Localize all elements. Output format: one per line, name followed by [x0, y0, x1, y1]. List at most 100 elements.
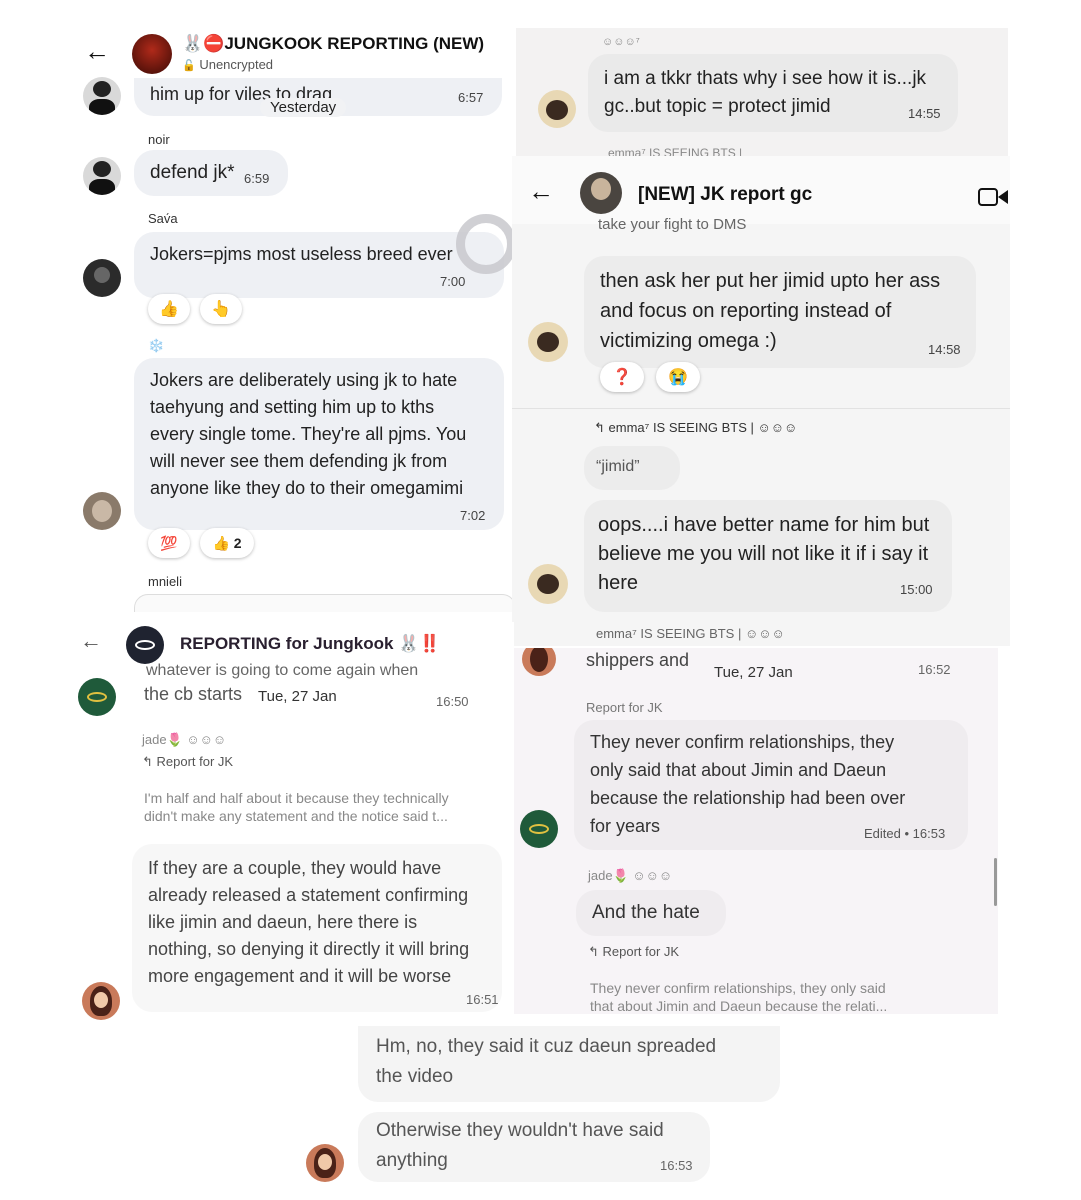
member-avatar[interactable]	[83, 492, 121, 530]
message-line: Otherwise they wouldn't have said	[376, 1120, 664, 1141]
reaction-hundred[interactable]: 💯	[148, 528, 190, 558]
message-time: 16:53	[660, 1158, 693, 1173]
message-time: 16:52	[918, 662, 951, 677]
chat-panel-daeun-video: Hm, no, they said it cuz daeun spreaded …	[296, 1026, 784, 1190]
back-arrow-icon[interactable]: ←	[80, 628, 102, 654]
message-time: 16:50	[436, 694, 469, 709]
reaction-thumbs-up[interactable]: 👍	[148, 294, 190, 324]
message-line: will never see them defending jk from	[150, 451, 448, 471]
member-avatar[interactable]	[78, 678, 116, 716]
message-line: anything	[376, 1150, 448, 1171]
message-line: more engagement and it will be worse	[148, 966, 452, 986]
member-avatar[interactable]	[528, 322, 568, 362]
title-emoji: 🐰⛔	[182, 34, 225, 53]
reply-label-text: Report for JK	[602, 944, 680, 959]
member-avatar[interactable]	[538, 90, 576, 128]
video-call-icon[interactable]	[978, 188, 998, 206]
member-avatar[interactable]	[528, 564, 568, 604]
sender-name: noir	[148, 132, 170, 147]
message-line: because the relationship had been over	[590, 788, 906, 808]
message-time: 6:59	[244, 171, 270, 186]
reaction-crying[interactable]: 😭	[656, 362, 700, 392]
message-line: Jokers are deliberately using jk to hate	[150, 370, 458, 390]
message-time: 7:00	[440, 274, 466, 289]
edited-time: Edited • 16:53	[864, 826, 946, 841]
cut-message-text: whatever is going to come again when	[146, 662, 419, 679]
member-avatar[interactable]	[83, 157, 121, 195]
message-time: 14:55	[908, 106, 941, 121]
reply-arrow-icon: ↰	[588, 944, 603, 959]
message-bubble[interactable]: oops....i have better name for him but b…	[584, 500, 952, 612]
member-avatar[interactable]	[522, 648, 556, 676]
message-bubble[interactable]: If they are a couple, they would have al…	[132, 844, 502, 1012]
group-title[interactable]: [NEW] JK report gc	[638, 184, 812, 206]
sender-name: mnieli	[148, 574, 182, 589]
message-time: 7:02	[460, 508, 486, 523]
scrollbar[interactable]	[994, 858, 997, 906]
message-bubble[interactable]: Hm, no, they said it cuz daeun spreaded …	[358, 1026, 780, 1102]
next-message-cut	[134, 594, 516, 612]
member-avatar[interactable]	[520, 810, 558, 848]
reply-label: Report for JK	[586, 700, 663, 715]
message-line: and focus on reporting instead of	[600, 300, 892, 322]
title-text: JUNGKOOK REPORTING (NEW)	[224, 34, 485, 53]
video-call-icon-lens	[998, 190, 1008, 204]
sender-name: jade🌷 ☺☺☺	[588, 868, 673, 883]
member-avatar[interactable]	[82, 982, 120, 1020]
message-line: believe me you will not like it if i say…	[598, 543, 929, 565]
group-avatar[interactable]	[126, 626, 164, 664]
message-bubble[interactable]: then ask her put her jimid upto her ass …	[584, 256, 976, 368]
message-line: like jimin and daeun, here there is	[148, 912, 418, 932]
reaction-point-up[interactable]: 👆	[200, 294, 242, 324]
message-line: here	[598, 572, 639, 594]
message-time: 15:00	[900, 582, 933, 597]
message-line: taehyung and setting him up to kths	[150, 397, 435, 417]
message-line: i am a tkkr thats why i see how it is...…	[604, 68, 927, 89]
reaction-question[interactable]: ❓	[600, 362, 644, 392]
message-bubble[interactable]: They never confirm relationships, they o…	[574, 720, 968, 850]
message-line: anyone like they do to their omegamimi	[150, 478, 464, 498]
message-line: Hm, no, they said it cuz daeun spreaded	[376, 1036, 717, 1057]
quoted-line: They never confirm relationships, they o…	[590, 980, 886, 996]
group-title[interactable]: 🐰⛔JUNGKOOK REPORTING (NEW)	[182, 34, 484, 54]
member-avatar[interactable]	[83, 77, 121, 115]
encryption-label: Unencrypted	[199, 57, 274, 72]
chat-panel-report-for-jk: shippers and Tue, 27 Jan 16:52 Report fo…	[514, 648, 998, 1014]
message-time: 16:51	[466, 992, 499, 1007]
reply-to-sender: ↰ emma⁷ IS SEEING BTS | ☺☺☺	[594, 420, 797, 436]
group-avatar[interactable]	[580, 172, 622, 214]
reply-label: ↰ Report for JK	[142, 754, 233, 770]
message-line: victimizing omega :)	[600, 330, 777, 352]
member-avatar[interactable]	[306, 1144, 344, 1182]
loading-spinner-icon	[456, 214, 516, 274]
message-line: already released a statement confirming	[148, 885, 469, 905]
message-bubble[interactable]: Jokers=pjms most useless breed ever 7:00	[134, 232, 504, 298]
message-text: the cb starts	[144, 684, 243, 704]
reaction-thumbs-up-count[interactable]: 👍 2	[200, 528, 254, 558]
day-separator-badge: Tue, 27 Jan	[258, 688, 337, 705]
back-arrow-icon[interactable]: ←	[84, 36, 110, 67]
back-arrow-icon[interactable]: ←	[528, 176, 554, 207]
group-title[interactable]: REPORTING for Jungkook 🐰‼️	[180, 634, 441, 654]
chat-panel-jungkook-reporting: ← 🐰⛔JUNGKOOK REPORTING (NEW) 🔓 Unencrypt…	[68, 22, 520, 612]
message-bubble[interactable]: And the hate	[576, 890, 726, 936]
message-line: gc..but topic = protect jimid	[604, 96, 831, 117]
message-text: shippers and	[586, 650, 690, 670]
message-text: And the hate	[592, 902, 700, 923]
day-separator-badge: Yesterday	[260, 98, 347, 117]
group-avatar[interactable]	[132, 34, 172, 74]
sender-name: ☺☺☺⁷	[602, 36, 640, 48]
message-bubble[interactable]: Jokers are deliberately using jk to hate…	[134, 358, 504, 530]
quoted-message[interactable]: “jimid”	[584, 446, 680, 490]
day-separator-badge: Tue, 27 Jan	[714, 664, 793, 681]
message-bubble[interactable]: Otherwise they wouldn't have said anythi…	[358, 1112, 710, 1182]
member-avatar[interactable]	[83, 259, 121, 297]
message-bubble[interactable]: i am a tkkr thats why i see how it is...…	[588, 54, 958, 132]
message-bubble[interactable]: defend jk* 6:59	[134, 150, 288, 196]
quoted-text: “jimid”	[596, 458, 640, 475]
message-text: defend jk*	[150, 162, 235, 183]
quoted-line: that about Jimin and Daeun because the r…	[590, 998, 888, 1014]
message-line: for years	[590, 816, 661, 836]
message-line: only said that about Jimin and Daeun	[590, 760, 887, 780]
message-text: Jokers=pjms most useless breed ever	[150, 244, 453, 264]
